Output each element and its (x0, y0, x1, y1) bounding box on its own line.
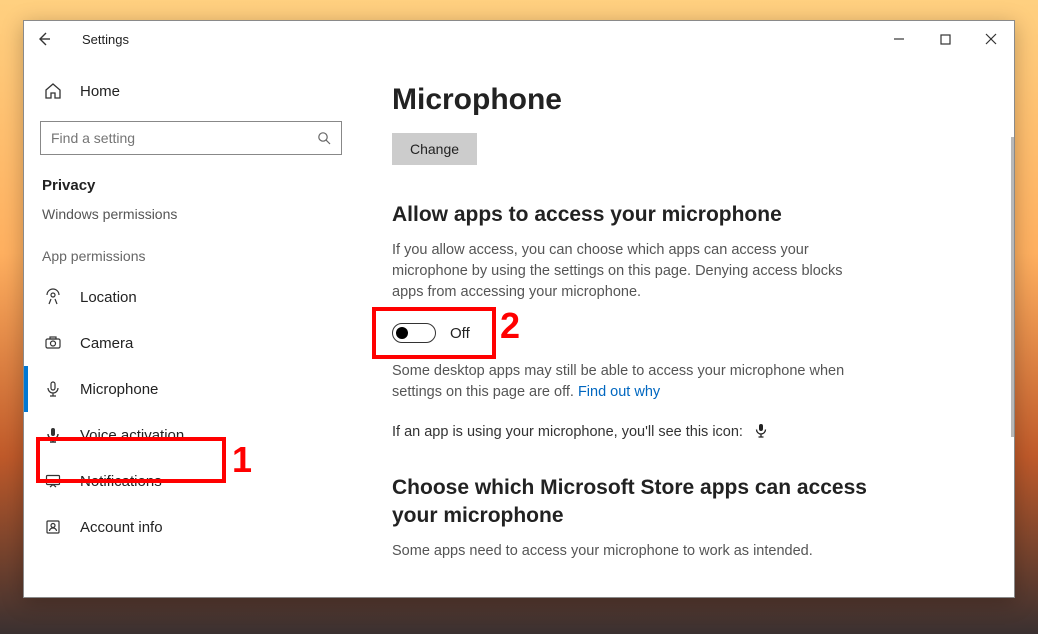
search-box[interactable] (40, 121, 342, 155)
scrollbar[interactable] (1011, 137, 1014, 437)
sidebar-item-location[interactable]: Location (40, 274, 342, 320)
close-icon (985, 33, 997, 45)
microphone-icon (44, 380, 68, 398)
sidebar-item-label: Voice activation (80, 427, 184, 444)
change-button[interactable]: Change (392, 133, 477, 165)
group-privacy: Privacy (40, 177, 342, 194)
search-input[interactable] (51, 130, 317, 146)
sidebar-item-notifications[interactable]: Notifications (40, 458, 342, 504)
sidebar-item-label: Microphone (80, 381, 158, 398)
sidebar-item-account-info[interactable]: Account info (40, 504, 342, 550)
search-icon (317, 131, 331, 145)
store-apps-description: Some apps need to access your microphone… (392, 541, 852, 562)
desktop-apps-note: Some desktop apps may still be able to a… (392, 361, 852, 403)
location-icon (44, 288, 68, 306)
sidebar-item-label: Notifications (80, 473, 162, 490)
microphone-indicator-icon (751, 424, 767, 441)
toggle-knob (396, 327, 408, 339)
allow-apps-heading: Allow apps to access your microphone (392, 201, 872, 228)
allow-apps-toggle[interactable] (392, 323, 436, 343)
allow-apps-description: If you allow access, you can choose whic… (392, 240, 852, 303)
store-apps-heading: Choose which Microsoft Store apps can ac… (392, 474, 872, 529)
notifications-icon (44, 472, 68, 490)
group-app-permissions: App permissions (40, 248, 342, 264)
sidebar-item-label: Location (80, 289, 137, 306)
sidebar-item-camera[interactable]: Camera (40, 320, 342, 366)
annotation-label-1: 1 (232, 439, 252, 481)
camera-icon (44, 334, 68, 352)
maximize-button[interactable] (922, 21, 968, 57)
close-button[interactable] (968, 21, 1014, 57)
sidebar-item-label: Camera (80, 335, 133, 352)
page-title: Microphone (392, 83, 980, 117)
sidebar: Home Privacy Windows permissions App per… (24, 57, 358, 597)
settings-window: Settings Home (23, 20, 1015, 598)
find-out-why-link[interactable]: Find out why (578, 384, 660, 400)
annotation-label-2: 2 (500, 305, 520, 347)
content-area: Microphone Change Allow apps to access y… (358, 57, 1014, 597)
windows-permissions-link[interactable]: Windows permissions (40, 206, 342, 222)
home-label: Home (80, 83, 120, 100)
sidebar-item-microphone[interactable]: Microphone (40, 366, 342, 412)
arrow-left-icon (36, 31, 52, 47)
minimize-icon (893, 33, 905, 45)
sidebar-item-voice-activation[interactable]: Voice activation (40, 412, 342, 458)
maximize-icon (940, 34, 951, 45)
back-button[interactable] (36, 31, 68, 47)
titlebar: Settings (24, 21, 1014, 57)
app-title: Settings (82, 32, 129, 47)
toggle-state-label: Off (450, 325, 470, 342)
sidebar-item-label: Account info (80, 519, 163, 536)
home-icon (44, 82, 68, 100)
mic-in-use-note: If an app is using your microphone, you'… (392, 423, 980, 442)
home-nav[interactable]: Home (40, 71, 342, 111)
voice-activation-icon (44, 426, 68, 444)
minimize-button[interactable] (876, 21, 922, 57)
account-icon (44, 518, 68, 536)
